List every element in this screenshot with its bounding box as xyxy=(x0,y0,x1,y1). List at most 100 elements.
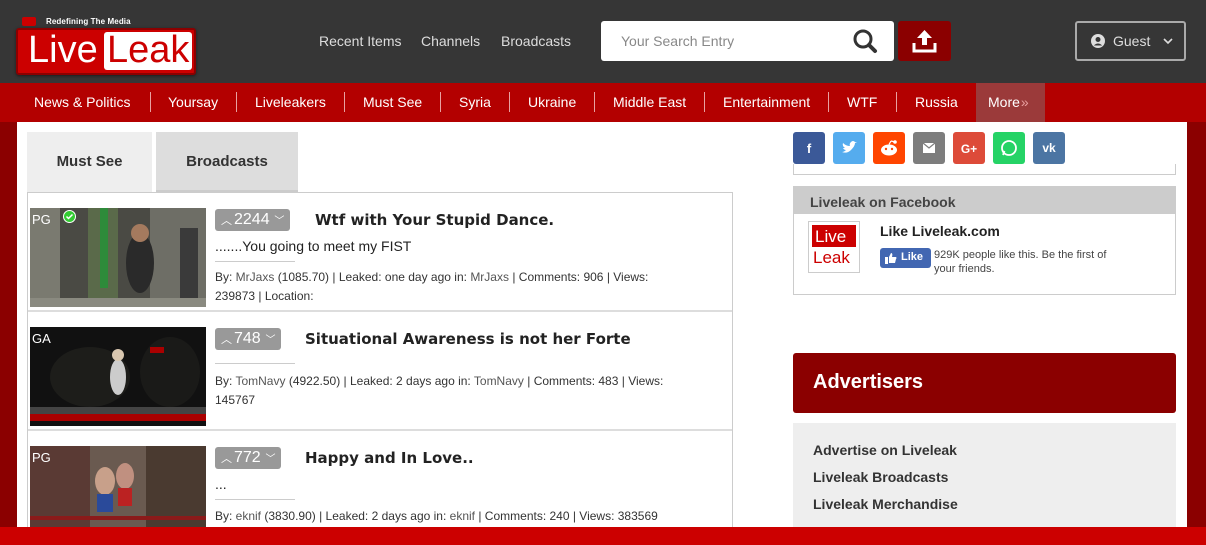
item-thumbnail[interactable]: GA xyxy=(30,327,206,426)
meta-leaked: | Leaked: 2 days ago in: xyxy=(319,509,447,523)
chevron-down-icon: ﹀ xyxy=(262,335,276,346)
category-must-see[interactable]: Must See xyxy=(363,94,422,110)
item-list: PG ︿ 2244 ﹀ Wtf with Your Stupid Dance. .… xyxy=(27,192,733,527)
item-title[interactable]: Happy and In Love.. xyxy=(305,449,474,467)
meta-score: (4922.50) xyxy=(288,374,341,388)
vote-button[interactable]: ︿ 2244 ﹀ xyxy=(215,209,291,231)
chevron-up-icon: ︿ xyxy=(221,334,232,346)
meta-stats: | Comments: 483 | Views: xyxy=(527,374,664,388)
tagline: Redefining The Media xyxy=(46,17,131,26)
category-divider xyxy=(896,92,897,112)
main-content: Must See Broadcasts PG ︿ 2244 ﹀ Wtf with… xyxy=(17,122,1187,527)
category-middle-east[interactable]: Middle East xyxy=(613,94,686,110)
nav-broadcasts[interactable]: Broadcasts xyxy=(501,33,571,49)
item-title[interactable]: Situational Awareness is not her Forte xyxy=(305,330,631,348)
category-divider xyxy=(236,92,237,112)
facebook-widget: Liveleak on Facebook Live Leak Like Live… xyxy=(793,186,1176,295)
advertisers-links: Advertise on Liveleak Liveleak Broadcast… xyxy=(793,423,1176,527)
category-divider xyxy=(828,92,829,112)
nav-recent-items[interactable]: Recent Items xyxy=(319,33,401,49)
list-item: GA ︿ 748 ﹀ Situational Awareness is not h… xyxy=(28,312,732,431)
vk-icon: vk xyxy=(1042,141,1056,155)
nav-channels[interactable]: Channels xyxy=(421,33,480,49)
category-divider xyxy=(440,92,441,112)
category-liveleakers[interactable]: Liveleakers xyxy=(255,94,326,110)
user-menu-label: Guest xyxy=(1113,33,1151,49)
vote-button[interactable]: ︿ 748 ﹀ xyxy=(215,328,282,350)
search-input[interactable] xyxy=(601,21,851,61)
chevron-down-icon: ﹀ xyxy=(262,454,276,465)
share-reddit-button[interactable] xyxy=(873,132,905,164)
category-ukraine[interactable]: Ukraine xyxy=(528,94,576,110)
meta-views: 145767 xyxy=(215,393,256,407)
category-entertainment[interactable]: Entertainment xyxy=(723,94,810,110)
advertisers-heading: Advertisers xyxy=(793,353,1176,413)
meta-channel-link[interactable]: TomNavy xyxy=(474,374,524,388)
upload-button[interactable] xyxy=(898,21,951,61)
category-news-politics[interactable]: News & Politics xyxy=(34,94,130,110)
user-icon xyxy=(1091,34,1105,48)
chevron-down-icon xyxy=(1163,38,1173,45)
chevron-right-icon: » xyxy=(1020,94,1029,110)
item-meta: By: MrJaxs (1085.70) | Leaked: one day a… xyxy=(215,268,715,306)
chevron-up-icon: ︿ xyxy=(221,215,232,227)
whatsapp-icon xyxy=(1001,140,1017,156)
category-yoursay[interactable]: Yoursay xyxy=(168,94,218,110)
share-twitter-button[interactable] xyxy=(833,132,865,164)
advertise-link[interactable]: Advertise on Liveleak xyxy=(813,442,957,458)
vote-button[interactable]: ︿ 772 ﹀ xyxy=(215,447,282,469)
vote-count: 2244 xyxy=(234,211,270,228)
category-divider xyxy=(704,92,705,112)
item-meta: By: eknif (3830.90) | Leaked: 2 days ago… xyxy=(215,507,715,526)
category-more[interactable]: More» xyxy=(988,94,1029,110)
meta-score: (1085.70) xyxy=(277,270,330,284)
facebook-like-label: Like xyxy=(901,251,924,263)
share-whatsapp-button[interactable] xyxy=(993,132,1025,164)
meta-channel-link[interactable]: eknif xyxy=(450,509,475,523)
item-description: .......You going to meet my FIST xyxy=(215,238,412,254)
item-thumbnail[interactable]: PG xyxy=(30,446,206,527)
facebook-like-count: 929K people like this. Be the first of y… xyxy=(934,249,1107,275)
site-header: Redefining The Media Live Leak Recent It… xyxy=(0,0,1206,83)
meta-user-link[interactable]: MrJaxs xyxy=(236,270,275,284)
broadcasts-link[interactable]: Liveleak Broadcasts xyxy=(813,469,948,485)
item-divider xyxy=(215,261,295,262)
user-menu-button[interactable]: Guest xyxy=(1075,21,1186,61)
facebook-page-link[interactable]: Like Liveleak.com xyxy=(880,223,1000,239)
reddit-icon xyxy=(881,140,897,156)
category-divider xyxy=(509,92,510,112)
tab-broadcasts[interactable]: Broadcasts xyxy=(156,132,298,192)
meta-user-link[interactable]: eknif xyxy=(236,509,261,523)
merchandise-link[interactable]: Liveleak Merchandise xyxy=(813,496,958,512)
facebook-widget-heading: Liveleak on Facebook xyxy=(794,187,1175,214)
category-syria[interactable]: Syria xyxy=(459,94,491,110)
thumbnail-image xyxy=(30,208,206,307)
search-icon xyxy=(853,29,877,53)
category-russia[interactable]: Russia xyxy=(915,94,958,110)
list-item: PG ︿ 2244 ﹀ Wtf with Your Stupid Dance. .… xyxy=(28,193,732,312)
share-facebook-button[interactable]: f xyxy=(793,132,825,164)
meta-leaked: | Leaked: 2 days ago in: xyxy=(343,374,471,388)
share-email-button[interactable] xyxy=(913,132,945,164)
meta-channel-link[interactable]: MrJaxs xyxy=(470,270,509,284)
rating-tag: PG xyxy=(32,212,51,227)
facebook-icon: f xyxy=(807,141,812,156)
share-vk-button[interactable]: vk xyxy=(1033,132,1065,164)
item-description: ... xyxy=(215,476,227,492)
facebook-like-button[interactable]: Like xyxy=(880,248,931,268)
item-title[interactable]: Wtf with Your Stupid Dance. xyxy=(315,211,554,229)
meta-by-label: By: xyxy=(215,509,236,523)
facebook-page-logo[interactable]: Live Leak xyxy=(808,221,860,273)
svg-text:f: f xyxy=(807,141,812,156)
meta-user-link[interactable]: TomNavy xyxy=(235,374,285,388)
item-thumbnail[interactable]: PG xyxy=(30,208,206,307)
share-bar-underline xyxy=(793,164,1176,175)
category-wtf[interactable]: WTF xyxy=(847,94,877,110)
share-google-plus-button[interactable]: G+ xyxy=(953,132,985,164)
tab-must-see[interactable]: Must See xyxy=(27,132,152,192)
rating-tag: PG xyxy=(32,450,51,465)
thumbs-up-icon xyxy=(885,253,897,264)
search-button[interactable] xyxy=(850,27,882,55)
bottom-bar xyxy=(0,527,1206,545)
category-divider xyxy=(150,92,151,112)
